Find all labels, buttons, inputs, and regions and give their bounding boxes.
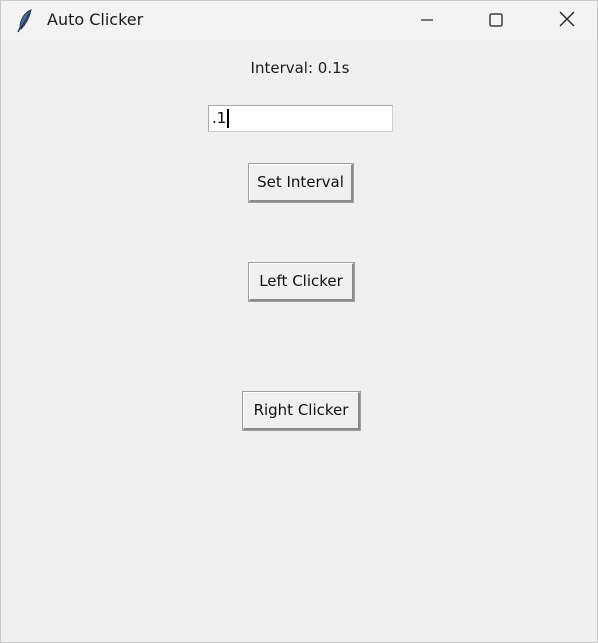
interval-label: Interval: 0.1s xyxy=(250,59,350,77)
feather-icon xyxy=(16,9,36,33)
minimize-icon xyxy=(420,12,434,31)
right-clicker-button[interactable]: Right Clicker xyxy=(242,391,361,431)
maximize-icon xyxy=(489,12,503,31)
app-window: Auto Clicker Interval: 0.1s .1 Set Inter… xyxy=(0,0,598,643)
interval-input[interactable]: .1 xyxy=(208,105,393,132)
interval-input-value: .1 xyxy=(212,109,227,127)
close-button[interactable] xyxy=(544,1,590,41)
window-title: Auto Clicker xyxy=(47,10,144,29)
maximize-button[interactable] xyxy=(473,1,519,41)
minimize-button[interactable] xyxy=(404,1,450,41)
text-caret xyxy=(227,109,230,128)
title-bar[interactable]: Auto Clicker xyxy=(1,1,597,41)
close-icon xyxy=(559,11,575,31)
main-panel: Interval: 0.1s .1 Set Interval Left Clic… xyxy=(1,41,597,642)
left-clicker-button[interactable]: Left Clicker xyxy=(248,262,355,302)
set-interval-button[interactable]: Set Interval xyxy=(248,163,354,203)
